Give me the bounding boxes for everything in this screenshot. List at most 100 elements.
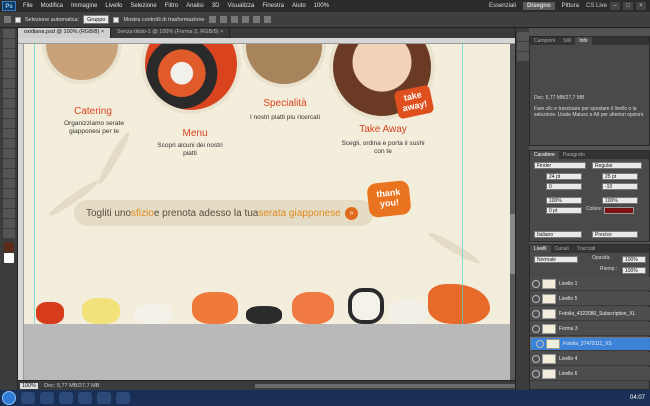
status-zoom-field[interactable]: 100%	[20, 382, 39, 389]
eraser-tool[interactable]	[2, 129, 15, 138]
menu-modifica[interactable]: Modifica	[37, 3, 67, 9]
horizontal-scale-field[interactable]: 100%	[602, 197, 638, 204]
transform-controls-checkbox[interactable]	[113, 16, 120, 23]
eyedropper-tool[interactable]	[2, 79, 15, 88]
hand-tool[interactable]	[2, 219, 15, 228]
kerning-field[interactable]: 0	[546, 183, 582, 190]
layer-row[interactable]: Fotolia_4322080_Subscription_XL	[530, 307, 650, 321]
move-tool-icon[interactable]	[4, 16, 11, 23]
tab-carattere[interactable]: Carattere	[530, 151, 559, 159]
taskbar-explorer-icon[interactable]	[40, 392, 54, 404]
tab-livelli[interactable]: Livelli	[530, 245, 551, 253]
layer-row[interactable]: Livello 4	[530, 352, 650, 366]
banner-arrow-button[interactable]: »	[345, 207, 358, 220]
align-center-icon[interactable]	[252, 16, 260, 23]
blend-mode-select[interactable]: Normale	[534, 256, 578, 263]
auto-select-dropdown[interactable]: Gruppo	[83, 15, 110, 24]
horizontal-scrollbar[interactable]	[255, 383, 515, 388]
type-tool[interactable]	[2, 179, 15, 188]
layer-row[interactable]: Livello 5	[530, 292, 650, 306]
brush-tool[interactable]	[2, 99, 15, 108]
3d-rotate-tool[interactable]	[2, 209, 15, 218]
menu-aiuto[interactable]: Aiuto	[288, 3, 310, 9]
tab-info[interactable]: Info	[575, 37, 592, 45]
layer-row-selected[interactable]: Fotolia_37479111_XS	[530, 337, 650, 351]
path-select-tool[interactable]	[2, 189, 15, 198]
text-color-swatch[interactable]	[604, 207, 634, 214]
close-icon[interactable]: ×	[636, 2, 646, 10]
quick-select-tool[interactable]	[2, 59, 15, 68]
cs-live-button[interactable]: CS Live	[586, 3, 607, 9]
align-left-icon[interactable]	[241, 16, 249, 23]
taskbar-firefox-icon[interactable]	[78, 392, 92, 404]
baseline-shift-field[interactable]: 0 pt	[546, 207, 582, 214]
tab-campioni[interactable]: Campioni	[530, 37, 559, 45]
zoom-level-menu[interactable]: 100%	[310, 3, 333, 9]
tab-tracciati[interactable]: Tracciati	[573, 245, 600, 253]
menu-file[interactable]: File	[19, 3, 37, 9]
layer-row[interactable]: Livello 6	[530, 367, 650, 381]
font-family-select[interactable]: Finder	[534, 162, 586, 169]
eye-icon[interactable]	[532, 324, 540, 333]
align-middle-icon[interactable]	[219, 16, 227, 23]
history-brush-tool[interactable]	[2, 119, 15, 128]
foreground-color-swatch[interactable]	[3, 242, 14, 252]
menu-livello[interactable]: Livello	[101, 3, 126, 9]
workspace-pittura[interactable]: Pittura	[558, 2, 583, 10]
taskbar-app-icon[interactable]	[116, 392, 130, 404]
crop-tool[interactable]	[2, 69, 15, 78]
history-panel-icon[interactable]	[516, 32, 529, 41]
blur-tool[interactable]	[2, 149, 15, 158]
tab-oxidiana[interactable]: oxidiana.psd @ 100% (RGB/8) ×	[18, 28, 112, 38]
actions-panel-icon[interactable]	[516, 42, 529, 51]
align-top-icon[interactable]	[208, 16, 216, 23]
layer-row[interactable]: Livello 1	[530, 277, 650, 291]
document-canvas[interactable]: take away! Catering Organizziamo serate …	[24, 44, 510, 324]
font-style-select[interactable]: Regular	[592, 162, 642, 169]
eye-icon[interactable]	[532, 294, 540, 303]
menu-selezione[interactable]: Selezione	[126, 3, 160, 9]
minimize-icon[interactable]: –	[610, 2, 620, 10]
taskbar-photoshop-icon[interactable]	[97, 392, 111, 404]
taskbar-ie-icon[interactable]	[21, 392, 35, 404]
brushes-panel-icon[interactable]	[516, 52, 529, 61]
layer-row[interactable]: Forma 3	[530, 322, 650, 336]
menu-visualizza[interactable]: Visualizza	[223, 3, 258, 9]
tab-canali[interactable]: Canali	[551, 245, 573, 253]
align-right-icon[interactable]	[263, 16, 271, 23]
tab-paragrafo[interactable]: Paragrafo	[559, 151, 589, 159]
font-size-field[interactable]: 24 pt	[546, 173, 582, 180]
eye-icon[interactable]	[532, 354, 540, 363]
menu-3d[interactable]: 3D	[208, 3, 224, 9]
taskbar-media-icon[interactable]	[59, 392, 73, 404]
vertical-scale-field[interactable]: 100%	[546, 197, 582, 204]
clone-stamp-tool[interactable]	[2, 109, 15, 118]
opacity-field[interactable]: 100%	[622, 256, 646, 263]
move-tool[interactable]	[2, 29, 15, 38]
workspace-disegno[interactable]: Disegno	[522, 2, 555, 10]
zoom-tool[interactable]	[2, 229, 15, 238]
dodge-tool[interactable]	[2, 159, 15, 168]
menu-analisi[interactable]: Analisi	[182, 3, 208, 9]
marquee-tool[interactable]	[2, 39, 15, 48]
language-select[interactable]: Italiano	[534, 231, 582, 238]
healing-tool[interactable]	[2, 89, 15, 98]
auto-select-checkbox[interactable]	[15, 16, 21, 23]
pen-tool[interactable]	[2, 169, 15, 178]
menu-filtro[interactable]: Filtro	[161, 3, 182, 9]
lasso-tool[interactable]	[2, 49, 15, 58]
eye-icon[interactable]	[532, 279, 540, 288]
antialias-select[interactable]: Preciso	[592, 231, 638, 238]
fill-field[interactable]: 100%	[622, 267, 646, 274]
background-color-swatch[interactable]	[3, 253, 14, 263]
workspace-essenziali[interactable]: Essenziali	[485, 2, 520, 10]
shape-tool[interactable]	[2, 199, 15, 208]
maximize-icon[interactable]: □	[623, 2, 633, 10]
menu-immagine[interactable]: Immagine	[67, 3, 101, 9]
menu-finestra[interactable]: Finestra	[258, 3, 288, 9]
start-button[interactable]	[2, 391, 16, 405]
tab-senza-titolo[interactable]: Senza titolo-1 @ 100% (Forma 3, RGB/8) ×	[111, 28, 231, 38]
gradient-tool[interactable]	[2, 139, 15, 148]
align-bottom-icon[interactable]	[230, 16, 238, 23]
eye-icon[interactable]	[536, 340, 544, 348]
